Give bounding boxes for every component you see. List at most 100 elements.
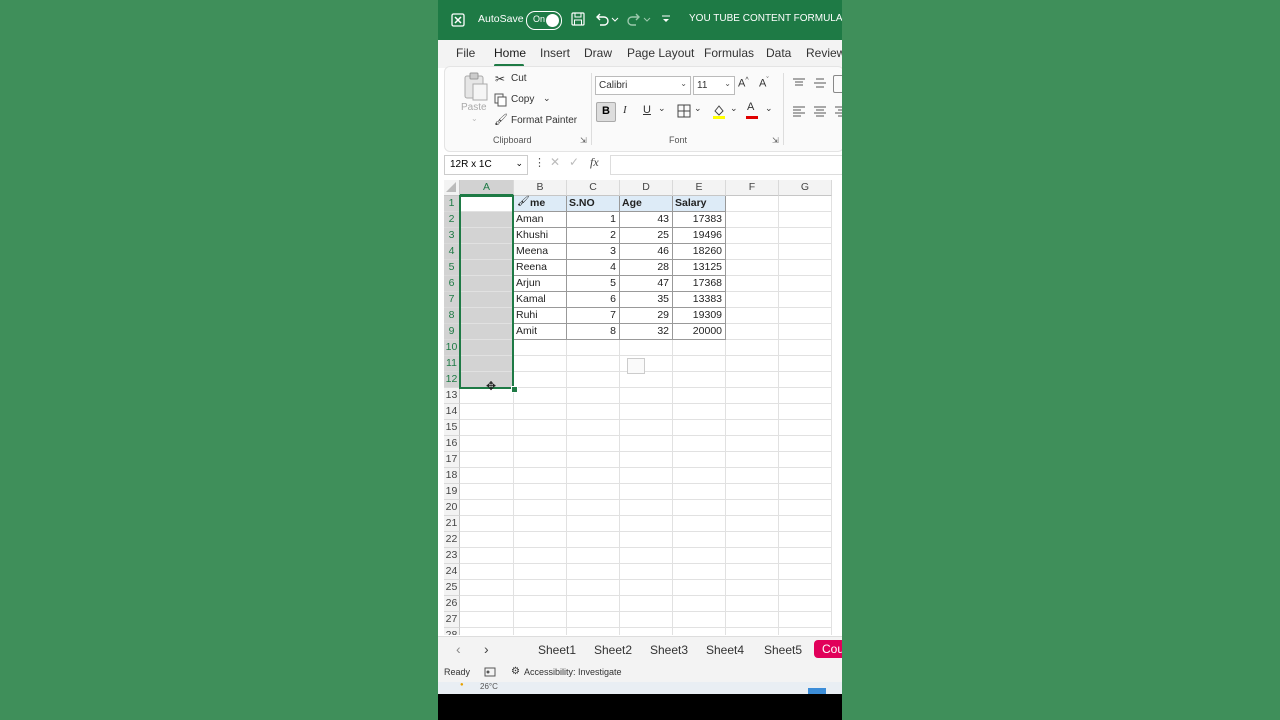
paste-label[interactable]: Paste [461, 102, 487, 113]
row-header-20[interactable]: 20 [444, 500, 460, 516]
cell-a24[interactable] [460, 564, 514, 580]
cell-c15[interactable] [567, 420, 620, 436]
undo-icon[interactable] [594, 11, 610, 27]
row-header-27[interactable]: 27 [444, 612, 460, 628]
select-all-button[interactable] [444, 180, 460, 196]
copy-button[interactable]: Copy [511, 94, 534, 105]
cell-g1[interactable] [779, 196, 832, 212]
cell-e12[interactable] [673, 372, 726, 388]
cell-a19[interactable] [460, 484, 514, 500]
align-bottom-button[interactable] [833, 75, 842, 93]
clipboard-launcher-icon[interactable]: ⇲ [580, 136, 587, 145]
table-cell[interactable]: 29 [620, 308, 673, 324]
row-header-15[interactable]: 15 [444, 420, 460, 436]
cell-e24[interactable] [673, 564, 726, 580]
cell-g14[interactable] [779, 404, 832, 420]
tab-insert[interactable]: Insert [540, 46, 570, 60]
underline-dropdown-icon[interactable]: ⌄ [658, 103, 666, 114]
cell-e28[interactable] [673, 628, 726, 635]
column-header-b[interactable]: B [514, 180, 567, 196]
column-header-d[interactable]: D [620, 180, 673, 196]
table-cell[interactable]: 25 [620, 228, 673, 244]
enter-icon[interactable]: ✓ [569, 155, 579, 169]
column-header-e[interactable]: E [673, 180, 726, 196]
cell-b17[interactable] [514, 452, 567, 468]
cell-f8[interactable] [726, 308, 779, 324]
table-cell[interactable]: 13125 [673, 260, 726, 276]
borders-dropdown-icon[interactable]: ⌄ [694, 103, 702, 114]
cell-b16[interactable] [514, 436, 567, 452]
autosave-toggle[interactable]: On [526, 11, 562, 30]
column-header-f[interactable]: F [726, 180, 779, 196]
row-header-8[interactable]: 8 [444, 308, 460, 324]
cell-d10[interactable] [620, 340, 673, 356]
cell-b12[interactable] [514, 372, 567, 388]
cell-f20[interactable] [726, 500, 779, 516]
cut-icon[interactable]: ✂ [495, 72, 505, 86]
accessibility-status[interactable]: Accessibility: Investigate [524, 667, 622, 677]
table-cell[interactable]: 46 [620, 244, 673, 260]
cell-c17[interactable] [567, 452, 620, 468]
customize-toolbar-icon[interactable] [660, 11, 672, 27]
cell-g2[interactable] [779, 212, 832, 228]
table-cell[interactable]: Kamal [514, 292, 567, 308]
cell-a17[interactable] [460, 452, 514, 468]
cell-a22[interactable] [460, 532, 514, 548]
column-header-c[interactable]: C [567, 180, 620, 196]
cell-d23[interactable] [620, 548, 673, 564]
table-cell[interactable]: 13383 [673, 292, 726, 308]
cell-c10[interactable] [567, 340, 620, 356]
cell-f10[interactable] [726, 340, 779, 356]
cell-b27[interactable] [514, 612, 567, 628]
cell-b22[interactable] [514, 532, 567, 548]
redo-dropdown-icon[interactable] [643, 11, 651, 27]
cancel-icon[interactable]: ✕ [550, 155, 560, 169]
cell-e11[interactable] [673, 356, 726, 372]
sheet-tab-sheet4[interactable]: Sheet4 [706, 643, 744, 657]
cell-f3[interactable] [726, 228, 779, 244]
cell-g19[interactable] [779, 484, 832, 500]
cell-a18[interactable] [460, 468, 514, 484]
row-header-24[interactable]: 24 [444, 564, 460, 580]
table-cell[interactable]: 19496 [673, 228, 726, 244]
cell-f11[interactable] [726, 356, 779, 372]
cell-a28[interactable] [460, 628, 514, 635]
cell-f22[interactable] [726, 532, 779, 548]
row-header-1[interactable]: 1 [444, 196, 460, 212]
cell-c21[interactable] [567, 516, 620, 532]
table-header-cell[interactable]: Salary [673, 196, 726, 212]
cell-f12[interactable] [726, 372, 779, 388]
cell-e27[interactable] [673, 612, 726, 628]
cell-d28[interactable] [620, 628, 673, 635]
paste-dropdown-icon[interactable]: ⌄ [471, 114, 478, 123]
paste-icon[interactable] [461, 72, 489, 102]
row-header-13[interactable]: 13 [444, 388, 460, 404]
cell-d21[interactable] [620, 516, 673, 532]
cell-g20[interactable] [779, 500, 832, 516]
cell-c27[interactable] [567, 612, 620, 628]
cell-a26[interactable] [460, 596, 514, 612]
row-header-16[interactable]: 16 [444, 436, 460, 452]
table-cell[interactable]: Aman [514, 212, 567, 228]
table-cell[interactable]: 7 [567, 308, 620, 324]
cell-c22[interactable] [567, 532, 620, 548]
cell-d27[interactable] [620, 612, 673, 628]
cell-f24[interactable] [726, 564, 779, 580]
table-cell[interactable]: Amit [514, 324, 567, 340]
cell-c14[interactable] [567, 404, 620, 420]
formula-input[interactable] [610, 155, 842, 175]
font-name-select[interactable]: Calibri ⌄ [595, 76, 691, 95]
cell-g15[interactable] [779, 420, 832, 436]
cell-c11[interactable] [567, 356, 620, 372]
table-cell[interactable]: 20000 [673, 324, 726, 340]
row-header-12[interactable]: 12 [444, 372, 460, 388]
format-painter-icon[interactable]: 🖌 [494, 113, 508, 126]
cell-g5[interactable] [779, 260, 832, 276]
cell-g24[interactable] [779, 564, 832, 580]
fill-color-dropdown-icon[interactable]: ⌄ [730, 103, 738, 114]
cell-c16[interactable] [567, 436, 620, 452]
row-header-2[interactable]: 2 [444, 212, 460, 228]
cell-f14[interactable] [726, 404, 779, 420]
cell-g27[interactable] [779, 612, 832, 628]
format-painter-button[interactable]: Format Painter [511, 115, 577, 126]
